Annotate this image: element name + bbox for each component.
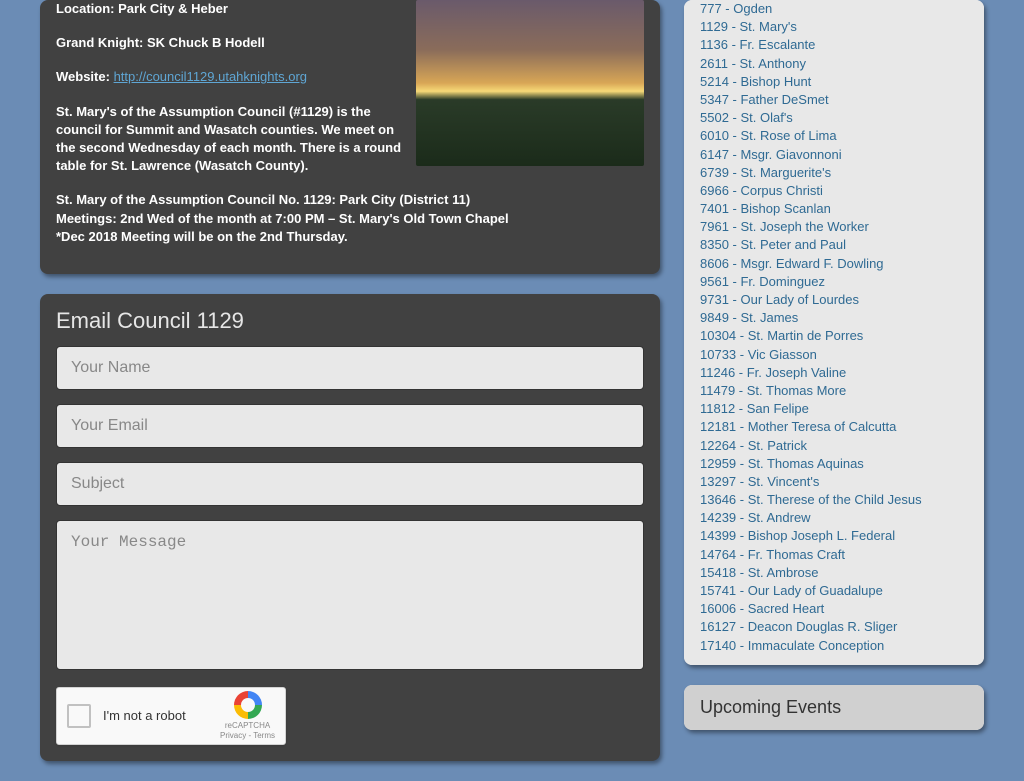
council-link[interactable]: 6966 - Corpus Christi <box>700 183 823 198</box>
council-list-item: 6010 - St. Rose of Lima <box>700 127 968 145</box>
recaptcha-logo-icon <box>234 691 262 719</box>
council-list-item: 11479 - St. Thomas More <box>700 382 968 400</box>
recaptcha-checkbox[interactable] <box>67 704 91 728</box>
website-label: Website: <box>56 69 110 84</box>
council-list-item: 12264 - St. Patrick <box>700 437 968 455</box>
council-link[interactable]: 15418 - St. Ambrose <box>700 565 819 580</box>
council-link[interactable]: 13297 - St. Vincent's <box>700 474 819 489</box>
council-list-item: 5347 - Father DeSmet <box>700 91 968 109</box>
council-list-item: 9849 - St. James <box>700 309 968 327</box>
council-list-item: 10733 - Vic Giasson <box>700 346 968 364</box>
council-list-item: 13646 - St. Therese of the Child Jesus <box>700 491 968 509</box>
councils-list: 777 - Ogden 1129 - St. Mary's 1136 - Fr. E… <box>684 0 984 665</box>
council-list-item: 14399 - Bishop Joseph L. Federal <box>700 527 968 545</box>
council-link[interactable]: 17140 - Immaculate Conception <box>700 638 884 653</box>
council-link[interactable]: 777 - Ogden <box>700 1 772 16</box>
recaptcha-widget[interactable]: I'm not a robot reCAPTCHA Privacy - Term… <box>56 687 286 745</box>
council-list-item: 9731 - Our Lady of Lourdes <box>700 291 968 309</box>
upcoming-events-heading: Upcoming Events <box>684 685 984 730</box>
recaptcha-label: I'm not a robot <box>103 708 186 723</box>
council-link[interactable]: 1136 - Fr. Escalante <box>700 37 815 52</box>
council-link[interactable]: 15741 - Our Lady of Guadalupe <box>700 583 883 598</box>
council-list-item: 10304 - St. Martin de Porres <box>700 327 968 345</box>
council-list-item: 16006 - Sacred Heart <box>700 600 968 618</box>
website-link[interactable]: http://council1129.utahknights.org <box>114 69 307 84</box>
council-link[interactable]: 9849 - St. James <box>700 310 798 325</box>
email-form-heading: Email Council 1129 <box>40 294 660 346</box>
council-list-item: 7401 - Bishop Scanlan <box>700 200 968 218</box>
council-list-item: 8606 - Msgr. Edward F. Dowling <box>700 255 968 273</box>
council-list-item: 11246 - Fr. Joseph Valine <box>700 364 968 382</box>
council-list-item: 7961 - St. Joseph the Worker <box>700 218 968 236</box>
council-link[interactable]: 5502 - St. Olaf's <box>700 110 793 125</box>
council-link[interactable]: 7401 - Bishop Scanlan <box>700 201 831 216</box>
council-link[interactable]: 9561 - Fr. Dominguez <box>700 274 825 289</box>
council-link[interactable]: 12959 - St. Thomas Aquinas <box>700 456 864 471</box>
council-link[interactable]: 10733 - Vic Giasson <box>700 347 817 362</box>
your-email-input[interactable] <box>56 404 644 448</box>
recaptcha-branding: reCAPTCHA Privacy - Terms <box>220 691 275 740</box>
message-textarea[interactable] <box>56 520 644 670</box>
council-list-item: 6966 - Corpus Christi <box>700 182 968 200</box>
council-link[interactable]: 14399 - Bishop Joseph L. Federal <box>700 528 895 543</box>
council-link[interactable]: 6010 - St. Rose of Lima <box>700 128 837 143</box>
council-list-item: 6147 - Msgr. Giavonnoni <box>700 146 968 164</box>
council-list-item: 1129 - St. Mary's <box>700 18 968 36</box>
meeting-line-2: Meetings: 2nd Wed of the month at 7:00 P… <box>56 210 644 228</box>
council-list-item: 1136 - Fr. Escalante <box>700 36 968 54</box>
meeting-line-3: *Dec 2018 Meeting will be on the 2nd Thu… <box>56 228 644 246</box>
grand-knight-value: SK Chuck B Hodell <box>147 35 265 50</box>
council-list-item: 17140 - Immaculate Conception <box>700 637 968 655</box>
your-name-input[interactable] <box>56 346 644 390</box>
council-list-item: 777 - Ogden <box>700 0 968 18</box>
location-label: Location: <box>56 1 115 16</box>
council-list-item: 15741 - Our Lady of Guadalupe <box>700 582 968 600</box>
council-list-item: 15418 - St. Ambrose <box>700 564 968 582</box>
council-list-item: 5502 - St. Olaf's <box>700 109 968 127</box>
council-link[interactable]: 2611 - St. Anthony <box>700 56 806 71</box>
council-list-item: 9561 - Fr. Dominguez <box>700 273 968 291</box>
council-list-item: 2611 - St. Anthony <box>700 55 968 73</box>
location-value: Park City & Heber <box>118 1 228 16</box>
council-link[interactable]: 12264 - St. Patrick <box>700 438 807 453</box>
council-link[interactable]: 8350 - St. Peter and Paul <box>700 237 846 252</box>
council-list-item: 11812 - San Felipe <box>700 400 968 418</box>
email-form-panel: Email Council 1129 I'm not a robot reCAP… <box>40 294 660 761</box>
grand-knight-label: Grand Knight: <box>56 35 143 50</box>
council-link[interactable]: 11812 - San Felipe <box>700 401 809 416</box>
council-link[interactable]: 14239 - St. Andrew <box>700 510 811 525</box>
council-list-item: 5214 - Bishop Hunt <box>700 73 968 91</box>
council-link[interactable]: 13646 - St. Therese of the Child Jesus <box>700 492 922 507</box>
council-list-item: 6739 - St. Marguerite's <box>700 164 968 182</box>
council-link[interactable]: 1129 - St. Mary's <box>700 19 797 34</box>
council-list-item: 16127 - Deacon Douglas R. Sliger <box>700 618 968 636</box>
council-link[interactable]: 7961 - St. Joseph the Worker <box>700 219 869 234</box>
councils-list-panel: 777 - Ogden 1129 - St. Mary's 1136 - Fr. E… <box>684 0 984 665</box>
council-link[interactable]: 10304 - St. Martin de Porres <box>700 328 863 343</box>
council-link[interactable]: 9731 - Our Lady of Lourdes <box>700 292 859 307</box>
meeting-line-1: St. Mary of the Assumption Council No. 1… <box>56 191 644 209</box>
council-list-item: 14239 - St. Andrew <box>700 509 968 527</box>
council-list-item: 13297 - St. Vincent's <box>700 473 968 491</box>
council-link[interactable]: 8606 - Msgr. Edward F. Dowling <box>700 256 884 271</box>
council-description-panel: Location: Park City & Heber Grand Knight… <box>40 0 660 274</box>
council-list-item: 12181 - Mother Teresa of Calcutta <box>700 418 968 436</box>
council-link[interactable]: 12181 - Mother Teresa of Calcutta <box>700 419 896 434</box>
council-link[interactable]: 16006 - Sacred Heart <box>700 601 824 616</box>
council-list-item: 14764 - Fr. Thomas Craft <box>700 546 968 564</box>
council-photo <box>416 0 644 166</box>
subject-input[interactable] <box>56 462 644 506</box>
council-link[interactable]: 5347 - Father DeSmet <box>700 92 829 107</box>
upcoming-events-panel: Upcoming Events <box>684 685 984 730</box>
council-link[interactable]: 11246 - Fr. Joseph Valine <box>700 365 846 380</box>
council-list-item: 12959 - St. Thomas Aquinas <box>700 455 968 473</box>
council-link[interactable]: 6147 - Msgr. Giavonnoni <box>700 147 842 162</box>
council-link[interactable]: 6739 - St. Marguerite's <box>700 165 831 180</box>
council-link[interactable]: 5214 - Bishop Hunt <box>700 74 811 89</box>
council-link[interactable]: 14764 - Fr. Thomas Craft <box>700 547 845 562</box>
council-list-item: 8350 - St. Peter and Paul <box>700 236 968 254</box>
council-link[interactable]: 16127 - Deacon Douglas R. Sliger <box>700 619 897 634</box>
council-link[interactable]: 11479 - St. Thomas More <box>700 383 846 398</box>
